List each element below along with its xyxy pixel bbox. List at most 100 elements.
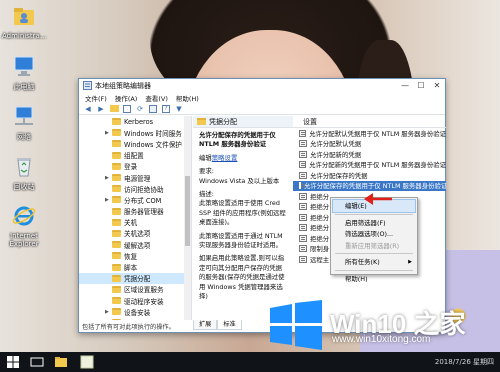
title-bar[interactable]: 本地组策略编辑器 — ☐ ✕ (79, 79, 445, 92)
folder-icon (112, 308, 121, 316)
tree-item[interactable]: ▶ Windows 时间服务 (79, 127, 191, 138)
desktop-icon-recycle-bin[interactable]: 回收站 (2, 154, 46, 192)
tree-item[interactable]: 访问拒绝协助 (79, 183, 191, 194)
maximize-button[interactable]: ☐ (413, 79, 429, 92)
expand-arrow-icon[interactable]: ▶ (105, 130, 112, 136)
tree-item[interactable]: ▶ 设备安装 (79, 306, 191, 317)
tree-item-label: 登录 (124, 163, 138, 172)
policy-setting-label: 允许分配默认凭据用于仅 NTLM 服务器身份验证 (309, 129, 446, 138)
description: 描述: 此策略设置适用于使用 Cred SSP 组件的应用程序(例如远程桌面连接)… (199, 190, 287, 228)
tree-scrollbar[interactable] (184, 116, 191, 320)
menu-action[interactable]: 操作(A) (111, 93, 142, 103)
tree-item[interactable]: 脚本 (79, 261, 191, 272)
red-arrow-annotation (364, 193, 392, 205)
context-menu-item-label: 帮助(H) (345, 274, 368, 283)
submenu-arrow-icon: ▶ (408, 258, 412, 265)
policy-setting-label: 允许分配保存的凭据 (310, 171, 368, 180)
tree-item[interactable]: 关机 (79, 217, 191, 228)
policy-setting-row[interactable]: 允许分配新的凭据用于仅 NTLM 服务器身份验证 (293, 160, 446, 171)
tree-item[interactable]: ▶ 分布式 COM (79, 194, 191, 205)
folder-icon (112, 285, 121, 293)
desktop-icon-this-pc[interactable]: 此电脑 (2, 54, 46, 92)
context-menu: 编辑(E) 启用筛选器(F) 筛选器选项(O)... 重新应用筛选器(R) 所有任务(K… (330, 197, 418, 283)
folder-icon (112, 218, 121, 226)
policy-setting-row[interactable]: 允许分配保存的凭据 (293, 170, 446, 181)
expand-arrow-icon[interactable]: ▶ (105, 175, 112, 181)
taskbar-clock[interactable]: 2018/7/26 星期四 (435, 357, 494, 367)
requirements-label: 要求: (199, 167, 214, 176)
tree-item[interactable]: 关机选项 (79, 228, 191, 239)
folder-up-icon[interactable] (109, 104, 119, 113)
desktop-icon-network[interactable]: 网络 (2, 104, 46, 142)
tree-scrollbar-thumb[interactable] (185, 176, 190, 246)
expand-arrow-icon[interactable]: ▶ (105, 309, 112, 315)
tree-item[interactable]: 服务器管理器 (79, 206, 191, 217)
export-icon[interactable] (148, 104, 158, 113)
tab-extended[interactable]: 扩展 (193, 320, 218, 330)
policy-setting-row[interactable]: 允许分配默认凭据用于仅 NTLM 服务器身份验证 (293, 128, 446, 139)
tree-item[interactable]: 设备保护 (79, 317, 191, 320)
tree-item[interactable]: 凭据分配 (79, 272, 191, 284)
tree-item-label: 电源管理 (124, 174, 151, 183)
policy-editor-app-icon (83, 81, 92, 90)
tab-standard[interactable]: 标准 (217, 320, 242, 330)
menu-separator (335, 253, 413, 254)
menu-file[interactable]: 文件(F) (81, 93, 111, 103)
tree-item[interactable]: 缓解选项 (79, 239, 191, 250)
description-label: 描述: (199, 190, 214, 199)
desktop-icon-ie[interactable]: Internet Explorer (2, 204, 46, 248)
context-menu-item[interactable]: 所有任务(K) ▶ (331, 256, 417, 268)
help-icon[interactable]: ? (161, 104, 171, 113)
refresh-icon[interactable]: ⟳ (135, 104, 145, 113)
context-menu-item[interactable]: 帮助(H) (331, 273, 417, 285)
desktop-icon-admin[interactable]: Administra... (2, 4, 47, 40)
tree-item-label: 访问拒绝协助 (124, 185, 164, 194)
filter-icon[interactable]: ▼ (174, 104, 184, 113)
console-tree-icon[interactable] (122, 104, 132, 113)
desktop-icon-label: 此电脑 (13, 83, 35, 91)
policy-setting-icon (299, 234, 307, 242)
task-view-icon[interactable] (30, 355, 44, 369)
tree-item[interactable]: 驱动程序安装 (79, 295, 191, 306)
policy-setting-row[interactable]: 允许分配默认凭据 (293, 139, 446, 150)
policy-setting-icon (299, 213, 307, 221)
menu-help[interactable]: 帮助(H) (172, 93, 203, 103)
folder-icon (112, 274, 121, 282)
recycle-bin-icon (17, 158, 31, 177)
start-button[interactable] (6, 355, 20, 369)
tree-item[interactable]: 区域设置服务 (79, 284, 191, 295)
tree-item[interactable]: 恢复 (79, 250, 191, 261)
settings-column-header[interactable]: 设置 (293, 116, 446, 128)
forward-arrow-icon[interactable]: ▶ (96, 104, 106, 113)
tree-item[interactable]: ▶ 电源管理 (79, 172, 191, 183)
minimize-button[interactable]: — (397, 79, 413, 92)
file-explorer-icon[interactable] (54, 355, 68, 369)
policy-setting-row[interactable]: 允许分配新的凭据 (293, 149, 446, 160)
tree-item-label: 关机 (124, 219, 138, 228)
menu-view[interactable]: 查看(V) (141, 93, 172, 103)
policy-setting-icon (299, 171, 307, 179)
description-pane: 凭据分配 允许分配保存的凭据用于仅 NTLM 服务器身份验证 编辑策略设置 要求… (193, 116, 293, 320)
folder-icon (112, 319, 121, 320)
tree-item[interactable]: Kerberos (79, 116, 191, 127)
expand-arrow-icon[interactable]: ▶ (105, 197, 112, 203)
description-body: 允许分配保存的凭据用于仅 NTLM 服务器身份验证 编辑策略设置 要求: Wind… (193, 128, 293, 302)
policy-setting-label: 拒绝分 (310, 234, 330, 243)
tree-item-label: 分布式 COM (124, 196, 162, 205)
edit-prefix: 编辑 (199, 153, 212, 162)
context-menu-item[interactable]: 启用筛选器(F) (331, 217, 417, 229)
policy-setting-label: 拒绝分 (310, 213, 330, 222)
description-para2: 此策略设置适用于通过 NTLM 实现服务器身份验证时适用。 (199, 231, 283, 250)
description-text: 此策略设置适用于使用 Cred SSP 组件的应用程序(例如远程桌面连接)。 (199, 199, 286, 227)
policy-setting-label: 拒绝分 (310, 203, 330, 212)
policy-editor-taskbar-icon[interactable] (80, 355, 94, 369)
policy-setting-icon (299, 140, 307, 148)
tree-item[interactable]: 登录 (79, 161, 191, 172)
tree-item[interactable]: 组配置 (79, 150, 191, 161)
close-button[interactable]: ✕ (429, 79, 445, 92)
back-arrow-icon[interactable]: ◀ (83, 104, 93, 113)
edit-policy-link[interactable]: 策略设置 (212, 154, 238, 162)
context-menu-item[interactable]: 筛选器选项(O)... (331, 228, 417, 240)
tree-item[interactable]: Windows 文件保护 (79, 138, 191, 149)
folder-icon (112, 151, 121, 159)
